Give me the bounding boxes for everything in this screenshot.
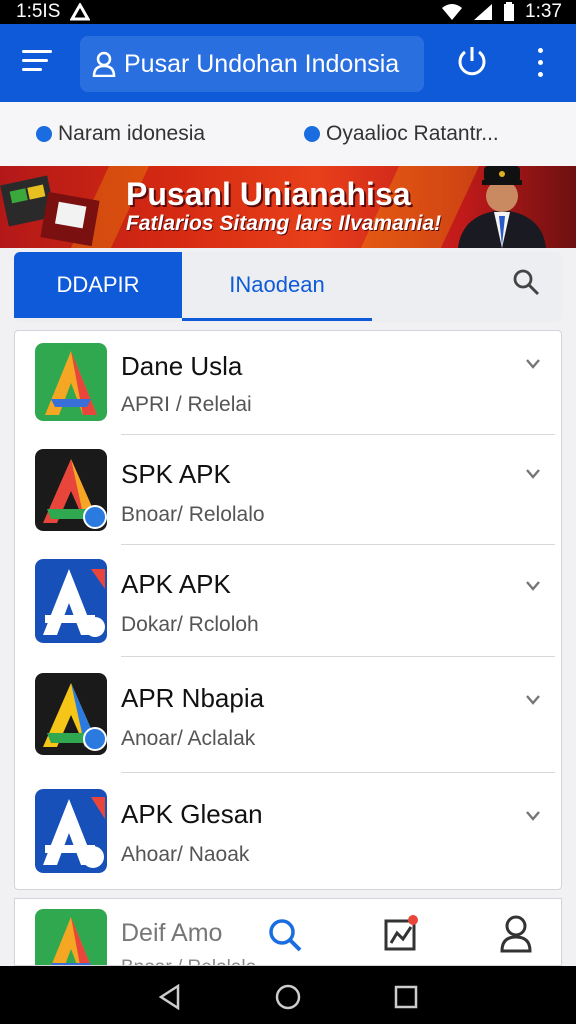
status-bar: 1:5IS 1:37 [0,0,576,24]
system-nav-bar [0,966,576,1024]
app-icon [35,559,107,643]
sub-link-1-label: Naram idonesia [58,122,206,145]
banner-headline: Pusanl Unianahisa [126,176,411,212]
chevron-right-icon [526,581,540,591]
profile-icon[interactable] [499,913,533,953]
battery-icon [504,2,515,21]
app-name: SPK APK [121,459,231,489]
list-item[interactable]: APK APK Dokar/ Rcloloh [15,545,561,657]
tab-ddapir[interactable]: DDAPIR [14,252,182,318]
app-subtitle: APRI / Relelai [121,393,252,416]
app-icon [35,789,107,873]
app-icon [35,673,107,755]
app-bar: Pusar Undohan Indonsia [0,24,576,102]
app-name: APK Glesan [121,799,263,829]
search-icon[interactable] [267,917,303,953]
sub-link-1[interactable]: Naram idonesia [36,122,205,146]
chevron-right-icon [526,695,540,705]
bottom-bar: Deif Amo Bnoar / Relolalo [14,898,562,966]
app-icon [35,343,107,421]
promo-banner[interactable]: Pusanl Unianahisa Fatlarios Sitamg lars … [0,166,576,248]
app-subtitle: Anoar/ Aclalak [121,727,256,750]
home-icon[interactable] [274,983,302,1011]
chevron-right-icon [526,469,540,479]
more-vert-icon[interactable] [530,48,550,78]
gift-box-image [0,175,100,246]
app-subtitle: Ahoar/ Naoak [121,843,250,866]
app-title: Pusar Undohan Indonsia [124,49,400,78]
sub-link-2-label: Oyaalioc Ratantr... [326,122,499,145]
sub-bar: Naram idonesia Oyaalioc Ratantr... [0,102,576,166]
info-icon [36,126,52,142]
chevron-right-icon [526,811,540,821]
back-icon[interactable] [158,984,182,1010]
menu-icon[interactable] [22,50,52,74]
person-icon [92,51,116,77]
tab-indicator [182,318,372,321]
wifi-icon [442,4,463,20]
app-icon [35,909,107,965]
banner-subline: Fatlarios Sitamg lars Ilvamania! [126,212,442,235]
power-icon[interactable] [456,44,488,78]
list-item[interactable]: APK Glesan Ahoar/ Naoak [15,773,561,889]
app-title-search[interactable]: Pusar Undohan Indonsia [80,36,424,92]
app-name: APR Nbapia [121,683,265,713]
list-item[interactable]: Dane Usla APRI / Relelai [15,331,561,435]
app-subtitle: Dokar/ Rcloloh [121,613,259,636]
app-subtitle: Bnoar / Relolalo [121,957,256,965]
sub-link-2[interactable]: Oyaalioc Ratantr... [304,122,499,146]
app-name: Deif Amo [121,919,223,947]
chevron-right-icon [526,359,540,369]
list-item[interactable]: APR Nbapia Anoar/ Aclalak [15,657,561,773]
tab-inaodean[interactable]: INaodean [182,252,372,318]
tab-bar: DDAPIR INaodean [14,252,562,322]
app-name: APK APK [121,569,231,599]
search-icon[interactable] [512,268,540,296]
app-name: Dane Usla [121,351,243,381]
list-item[interactable]: SPK APK Bnoar/ Relolalo [15,435,561,545]
recents-icon[interactable] [394,985,418,1009]
chart-icon[interactable] [383,913,419,953]
notification-icon [70,3,91,21]
app-icon [35,449,107,531]
info-icon [304,126,320,142]
status-time-left: 1:5IS [16,1,61,22]
officer-image [458,166,546,248]
app-subtitle: Bnoar/ Relolalo [121,503,265,526]
app-list: Dane Usla APRI / Relelai SPK APK Bnoar/ … [14,330,562,890]
status-time-right: 1:37 [525,1,562,22]
signal-icon [474,4,493,20]
